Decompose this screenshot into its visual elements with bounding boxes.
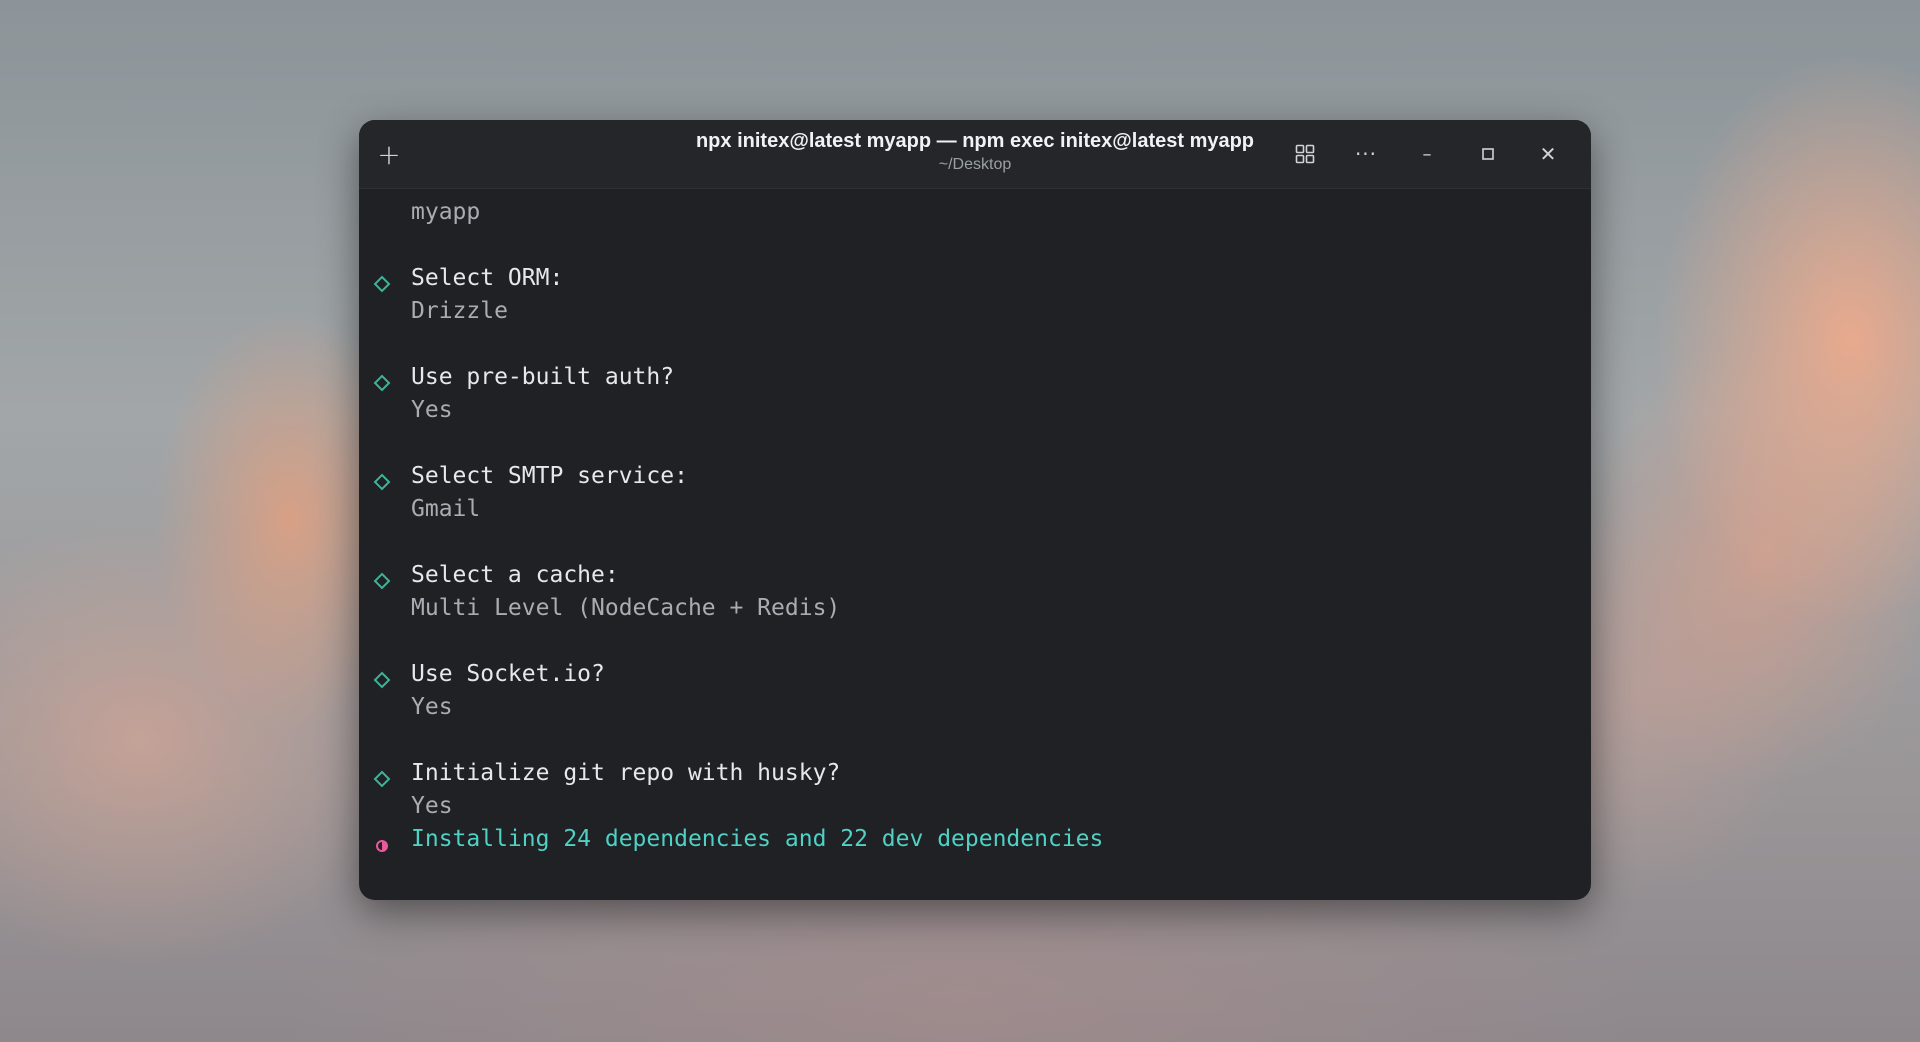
grid-icon — [1295, 144, 1315, 164]
step-answer: Yes — [411, 694, 453, 720]
diamond-icon — [373, 473, 391, 491]
menu-button[interactable]: ··· — [1350, 138, 1382, 170]
maximize-icon — [1482, 148, 1494, 160]
terminal-window: + npx initex@latest myapp — npm exec ini… — [359, 120, 1591, 900]
close-button[interactable]: ✕ — [1532, 138, 1564, 170]
diamond-icon — [373, 770, 391, 788]
diamond-icon — [373, 671, 391, 689]
spinner-icon — [376, 840, 388, 852]
diamond-icon — [373, 374, 391, 392]
minimize-icon: – — [1422, 143, 1432, 165]
project-name: myapp — [411, 199, 481, 225]
step-answer: Yes — [411, 793, 453, 819]
step-answer: Multi Level (NodeCache + Redis) — [411, 595, 841, 621]
step-prompt: Initialize git repo with husky? — [411, 760, 841, 786]
step-prompt: Select SMTP service: — [411, 463, 688, 489]
close-icon: ✕ — [1539, 142, 1557, 166]
maximize-button[interactable] — [1472, 138, 1504, 170]
step-answer: Yes — [411, 397, 453, 423]
tab-overview-button[interactable] — [1289, 138, 1321, 170]
title-bar[interactable]: + npx initex@latest myapp — npm exec ini… — [359, 120, 1591, 189]
step-prompt: Use pre-built auth? — [411, 364, 675, 390]
install-status: Installing 24 dependencies and 22 dev de… — [411, 826, 1104, 852]
more-icon: ··· — [1354, 142, 1378, 166]
step-prompt: Select ORM: — [411, 265, 564, 291]
terminal-output[interactable]: myapp Select ORM: Drizzle Use pre-built … — [359, 189, 1591, 900]
step-prompt: Use Socket.io? — [411, 661, 605, 687]
diamond-icon — [373, 572, 391, 590]
minimize-button[interactable]: – — [1411, 138, 1443, 170]
diamond-icon — [373, 275, 391, 293]
window-subtitle: ~/Desktop — [938, 156, 1012, 173]
step-answer: Drizzle — [411, 298, 508, 324]
window-title: npx initex@latest myapp — npm exec inite… — [695, 130, 1255, 152]
step-answer: Gmail — [411, 496, 481, 522]
step-prompt: Select a cache: — [411, 562, 619, 588]
